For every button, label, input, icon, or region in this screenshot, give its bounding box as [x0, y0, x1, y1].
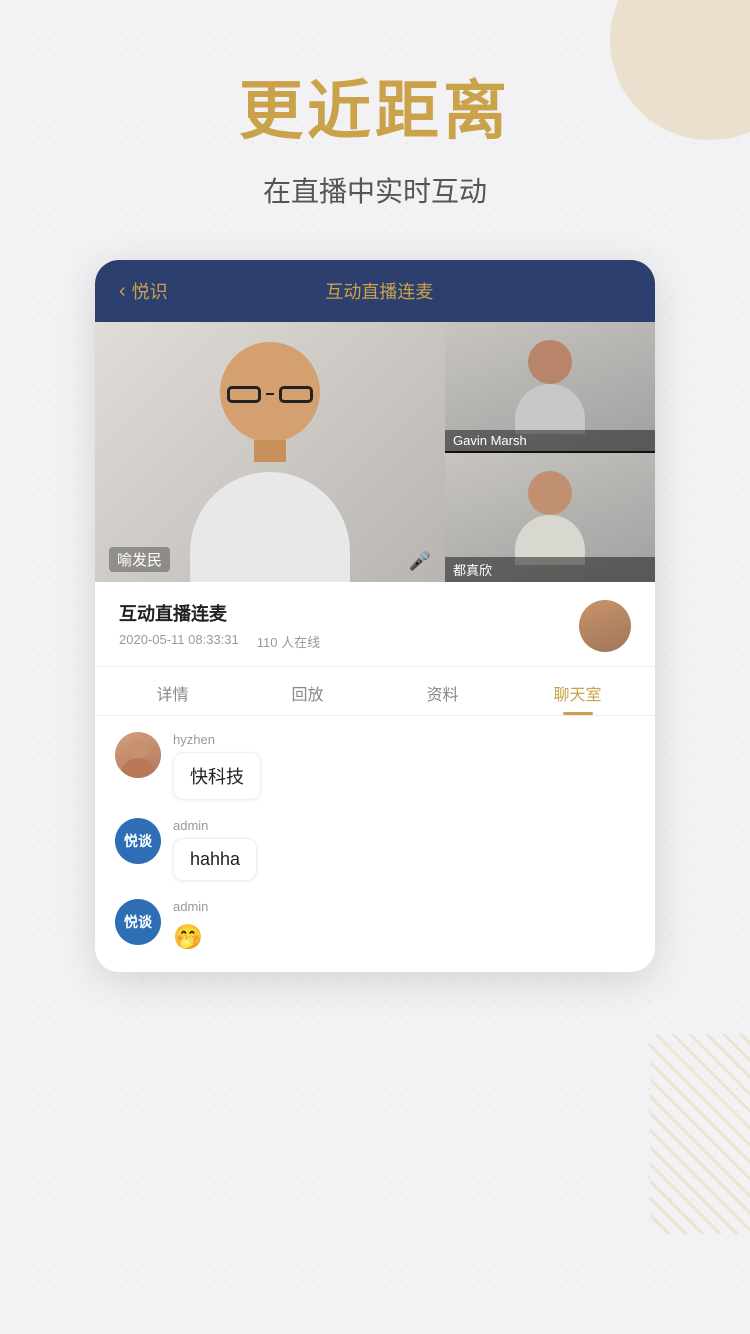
chat-message-3: 悦谈 admin 🤭: [115, 899, 635, 956]
card-info-title: 互动直播连麦: [119, 600, 320, 626]
side-video-column: Gavin Marsh 都真欣: [445, 322, 655, 582]
back-button[interactable]: ‹ 悦识: [119, 278, 168, 304]
chat-username-1: hyzhen: [173, 732, 261, 747]
chat-message-2: 悦谈 admin hahha: [115, 818, 635, 881]
avatar-person-hyzhen: [115, 732, 161, 778]
chat-bubble-2: hahha: [173, 838, 257, 881]
card-info-online: 110 人在线: [257, 632, 320, 651]
back-chevron-icon: ‹: [119, 280, 126, 303]
card-info: 互动直播连麦 2020-05-11 08:33:31 110 人在线: [95, 582, 655, 667]
side-person-2-visual: [515, 471, 585, 565]
chat-body-3: admin 🤭: [173, 899, 208, 956]
main-video: 喻发民 🎤: [95, 322, 445, 582]
side-video-2: 都真欣: [445, 453, 655, 582]
phone-card: ‹ 悦识 互动直播连麦: [95, 260, 655, 972]
glasses: [226, 384, 314, 404]
card-header: ‹ 悦识 互动直播连麦: [95, 260, 655, 322]
chat-username-2: admin: [173, 818, 257, 833]
chat-area: hyzhen 快科技 悦谈 admin hahha 悦谈: [95, 716, 655, 972]
chat-avatar-admin-2: 悦谈: [115, 899, 161, 945]
main-video-bg: [95, 322, 445, 582]
brand-logo-2: 悦谈: [124, 912, 152, 932]
back-label: 悦识: [132, 278, 168, 304]
chat-message-1: hyzhen 快科技: [115, 732, 635, 800]
side-person-1-visual: [515, 340, 585, 434]
main-title: 更近距离: [239, 60, 511, 152]
decorative-stripes-bottom: [650, 1034, 750, 1234]
brand-logo-1: 悦谈: [124, 831, 152, 851]
tab-replay[interactable]: 回放: [240, 667, 375, 715]
card-tabs: 详情 回放 资料 聊天室: [95, 667, 655, 716]
side-video-2-label: 都真欣: [445, 557, 655, 582]
chat-avatar-hyzhen: [115, 732, 161, 778]
tab-materials[interactable]: 资料: [375, 667, 510, 715]
sub-title: 在直播中实时互动: [263, 170, 487, 210]
card-info-meta: 2020-05-11 08:33:31 110 人在线: [119, 632, 320, 651]
mic-icon: 🎤: [409, 551, 431, 572]
chat-username-3: admin: [173, 899, 208, 914]
chat-bubble-1: 快科技: [173, 752, 261, 800]
tab-chat[interactable]: 聊天室: [510, 667, 645, 715]
side-video-1: Gavin Marsh: [445, 322, 655, 451]
card-info-avatar: [579, 600, 631, 652]
card-info-left: 互动直播连麦 2020-05-11 08:33:31 110 人在线: [119, 600, 320, 651]
chat-body-1: hyzhen 快科技: [173, 732, 261, 800]
chat-avatar-admin-1: 悦谈: [115, 818, 161, 864]
tab-details[interactable]: 详情: [105, 667, 240, 715]
chat-bubble-3: 🤭: [173, 919, 203, 956]
video-grid: 喻发民 🎤 Gavin Marsh: [95, 322, 655, 582]
main-video-label: 喻发民: [109, 547, 170, 572]
card-info-date: 2020-05-11 08:33:31: [119, 632, 239, 651]
side-video-1-label: Gavin Marsh: [445, 430, 655, 451]
avatar-face: [579, 600, 631, 652]
main-person-visual: [95, 322, 445, 582]
chat-body-2: admin hahha: [173, 818, 257, 881]
header-title: 互动直播连麦: [188, 278, 571, 304]
